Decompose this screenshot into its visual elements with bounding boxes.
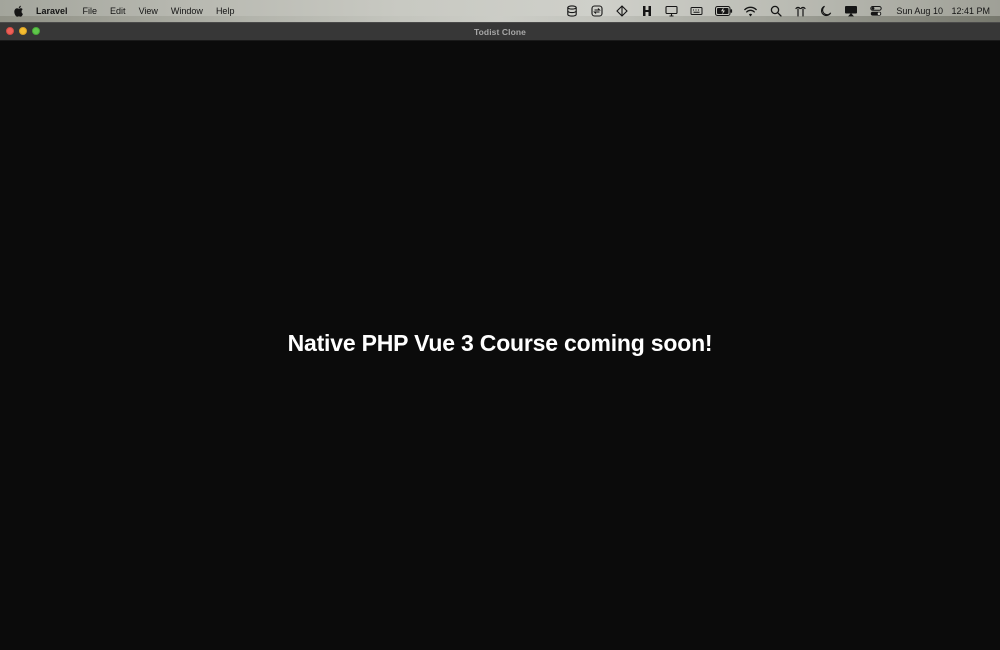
page-headline: Native PHP Vue 3 Course coming soon! <box>287 330 713 356</box>
close-window-button[interactable] <box>6 27 14 35</box>
window-titlebar[interactable]: Todist Clone <box>0 23 1000 41</box>
window-title: Todist Clone <box>473 26 527 37</box>
search-icon[interactable] <box>769 4 783 18</box>
clock-date: Sun Aug 10 <box>896 6 943 16</box>
menu-bar-status-area: Sun Aug 10 12:41 PM <box>559 0 1000 22</box>
minimize-window-button[interactable] <box>19 27 27 35</box>
moon-icon[interactable] <box>819 4 833 18</box>
menu-bar: Laravel File Edit View Window Help Sun A… <box>0 0 1000 22</box>
keyboard-icon[interactable] <box>690 4 704 18</box>
screen-mirror-icon[interactable] <box>844 4 858 18</box>
menu-window[interactable]: Window <box>164 0 209 22</box>
menu-app-name[interactable]: Laravel <box>36 0 74 22</box>
app-window: Todist Clone Native PHP Vue 3 Course com… <box>0 22 1000 649</box>
control-center-icon[interactable] <box>869 4 883 18</box>
main-content: Native PHP Vue 3 Course coming soon! <box>0 42 1000 650</box>
menu-clock[interactable]: Sun Aug 10 12:41 PM <box>896 6 990 16</box>
menu-file[interactable]: File <box>76 0 104 22</box>
display-icon[interactable] <box>665 4 679 18</box>
battery-icon[interactable] <box>714 4 733 18</box>
sync-icon[interactable] <box>590 4 604 18</box>
menu-bar-left: Laravel File Edit View Window Help <box>0 0 241 22</box>
clock-time: 12:41 PM <box>951 6 990 16</box>
maximize-window-button[interactable] <box>32 27 40 35</box>
diamond-icon[interactable] <box>615 4 629 18</box>
h-icon[interactable] <box>640 4 654 18</box>
menu-view[interactable]: View <box>132 0 164 22</box>
window-controls <box>6 27 45 35</box>
wifi-icon[interactable] <box>744 4 758 18</box>
antenna-icon[interactable] <box>794 4 808 18</box>
database-icon[interactable] <box>565 4 579 18</box>
menu-help[interactable]: Help <box>209 0 241 22</box>
apple-icon[interactable] <box>12 5 24 17</box>
menu-edit[interactable]: Edit <box>104 0 133 22</box>
